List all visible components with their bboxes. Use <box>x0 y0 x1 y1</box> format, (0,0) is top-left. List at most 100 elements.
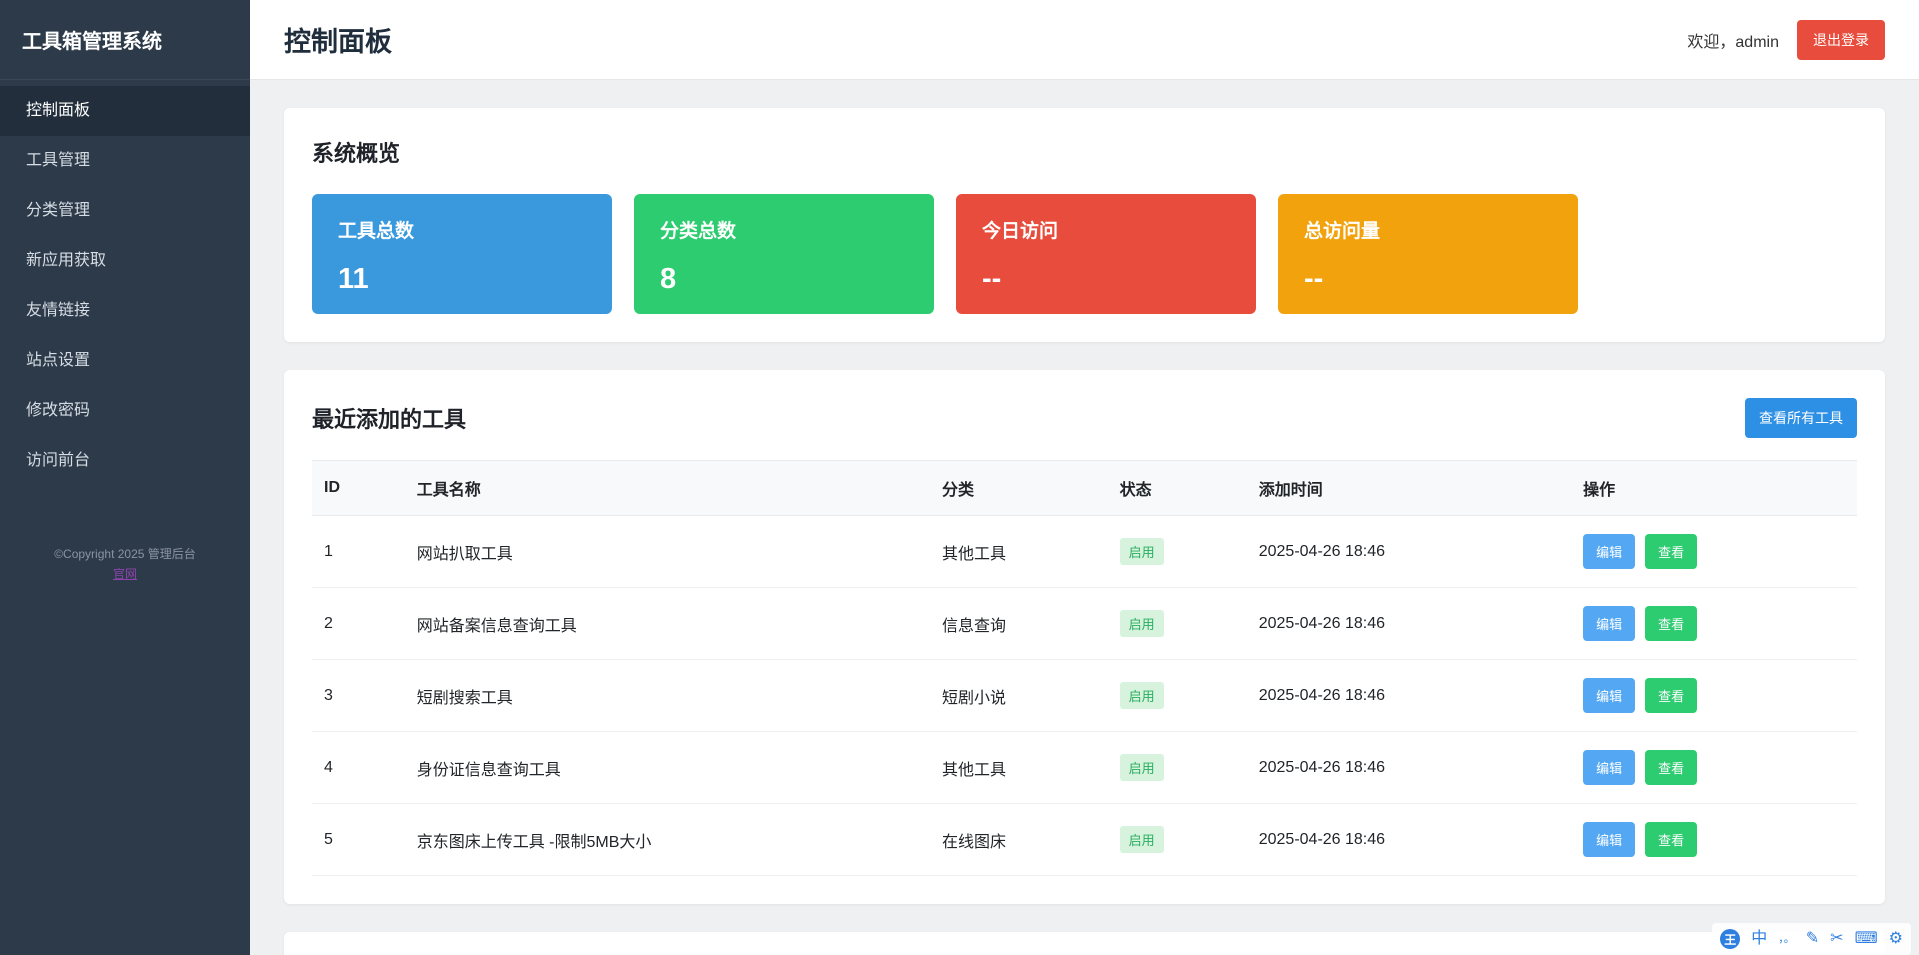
topbar-right: 欢迎，admin 退出登录 <box>1687 20 1885 60</box>
tools-table-head-row: ID工具名称分类状态添加时间操作 <box>312 461 1857 516</box>
cell-time: 2025-04-26 18:46 <box>1247 516 1571 588</box>
cell-time: 2025-04-26 18:46 <box>1247 588 1571 660</box>
footer-link[interactable]: 官网 <box>113 567 137 581</box>
column-header: ID <box>312 461 405 516</box>
sidebar-footer: ©Copyright 2025 管理后台 官网 <box>0 544 250 585</box>
status-badge: 启用 <box>1120 754 1164 781</box>
recent-card-head: 最近添加的工具 查看所有工具 <box>312 398 1857 438</box>
table-row: 5京东图床上传工具 -限制5MB大小在线图床启用2025-04-26 18:46… <box>312 804 1857 876</box>
ime-pen-icon[interactable]: ✎ <box>1806 931 1819 947</box>
view-all-tools-button[interactable]: 查看所有工具 <box>1745 398 1857 438</box>
table-row: 2网站备案信息查询工具信息查询启用2025-04-26 18:46编辑查看 <box>312 588 1857 660</box>
main-area: 控制面板 欢迎，admin 退出登录 系统概览 工具总数11分类总数8今日访问-… <box>250 0 1919 955</box>
cell-tool-name: 身份证信息查询工具 <box>405 732 930 804</box>
stat-card-1: 工具总数 11 <box>312 194 612 314</box>
table-row: 4身份证信息查询工具其他工具启用 2025-04-26 18:46 编辑查看 <box>312 732 1857 804</box>
stat-label: 今日访问 <box>982 216 1230 243</box>
tools-table: ID工具名称分类状态添加时间操作 1网站扒取工具其他工具启用2025-04-26… <box>312 460 1857 876</box>
stat-value: -- <box>1304 263 1552 296</box>
sidebar-item-5[interactable]: 友情链接 <box>0 286 250 336</box>
cell-actions: 编辑查看 <box>1571 660 1857 732</box>
page-title: 控制面板 <box>284 20 392 59</box>
view-button[interactable]: 查看 <box>1645 750 1697 785</box>
cell-tool-name: 网站扒取工具 <box>405 516 930 588</box>
cell-actions: 编辑查看 <box>1571 804 1857 876</box>
welcome-text: 欢迎，admin <box>1687 28 1779 52</box>
cell-category: 其他工具 <box>930 516 1108 588</box>
cell-actions: 编辑查看 <box>1571 516 1857 588</box>
ime-punctuation-icon[interactable]: ，。 <box>1778 934 1795 945</box>
edit-button[interactable]: 编辑 <box>1583 678 1635 713</box>
status-badge: 启用 <box>1120 610 1164 637</box>
cell-category: 信息查询 <box>930 588 1108 660</box>
column-header: 分类 <box>930 461 1108 516</box>
sidebar-menu: 控制面板工具管理分类管理新应用获取友情链接站点设置修改密码访问前台 <box>0 80 250 486</box>
recent-title: 最近添加的工具 <box>312 402 466 434</box>
edit-button[interactable]: 编辑 <box>1583 822 1635 857</box>
cell-category: 在线图床 <box>930 804 1108 876</box>
stat-label: 总访问量 <box>1304 216 1552 243</box>
table-row: 1网站扒取工具其他工具启用2025-04-26 18:46编辑查看 <box>312 516 1857 588</box>
edit-button[interactable]: 编辑 <box>1583 750 1635 785</box>
cell-status: 启用 <box>1108 804 1247 876</box>
sidebar-item-2[interactable]: 工具管理 <box>0 136 250 186</box>
sidebar-item-8[interactable]: 访问前台 <box>0 436 250 486</box>
cell-id: 5 <box>312 804 405 876</box>
cell-time: 2025-04-26 18:46 <box>1247 660 1571 732</box>
cell-time: 2025-04-26 18:46 <box>1247 732 1571 804</box>
sidebar-item-4[interactable]: 新应用获取 <box>0 236 250 286</box>
recent-tools-card: 最近添加的工具 查看所有工具 ID工具名称分类状态添加时间操作 1网站扒取工具其… <box>284 370 1885 904</box>
sidebar-item-1[interactable]: 控制面板 <box>0 86 250 136</box>
ime-keyboard-icon[interactable]: ⌨ <box>1855 931 1878 947</box>
tools-table-body: 1网站扒取工具其他工具启用2025-04-26 18:46编辑查看2网站备案信息… <box>312 516 1857 876</box>
status-badge: 启用 <box>1120 538 1164 565</box>
ime-scissors-icon[interactable]: ✂ <box>1830 931 1843 947</box>
cell-category: 其他工具 <box>930 732 1108 804</box>
stat-card-4: 总访问量 -- <box>1278 194 1578 314</box>
cell-id: 3 <box>312 660 405 732</box>
sidebar-item-3[interactable]: 分类管理 <box>0 186 250 236</box>
ime-logo-icon[interactable]: 王 <box>1720 929 1740 949</box>
topbar: 控制面板 欢迎，admin 退出登录 <box>250 0 1919 80</box>
status-badge: 启用 <box>1120 826 1164 853</box>
content: 系统概览 工具总数11分类总数8今日访问--总访问量-- 最近添加的工具 查看所… <box>250 80 1919 955</box>
sidebar: 工具箱管理系统 控制面板工具管理分类管理新应用获取友情链接站点设置修改密码访问前… <box>0 0 250 955</box>
quick-actions-card: 快捷操作 + <box>284 932 1885 955</box>
view-button[interactable]: 查看 <box>1645 534 1697 569</box>
view-button[interactable]: 查看 <box>1645 606 1697 641</box>
cell-id: 2 <box>312 588 405 660</box>
stat-label: 分类总数 <box>660 216 908 243</box>
cell-time: 2025-04-26 18:46 <box>1247 804 1571 876</box>
stat-value: -- <box>982 263 1230 296</box>
copyright-text: ©Copyright 2025 管理后台 <box>0 544 250 564</box>
stat-value: 8 <box>660 263 908 296</box>
column-header: 操作 <box>1571 461 1857 516</box>
table-row: 3短剧搜索工具短剧小说启用2025-04-26 18:46编辑查看 <box>312 660 1857 732</box>
column-header: 工具名称 <box>405 461 930 516</box>
stat-value: 11 <box>338 263 586 296</box>
stat-card-2: 分类总数 8 <box>634 194 934 314</box>
edit-button[interactable]: 编辑 <box>1583 606 1635 641</box>
stat-label: 工具总数 <box>338 216 586 243</box>
ime-toolbar: 王中 ，。 ✎ ✂ ⌨ ⚙ <box>1712 923 1911 955</box>
cell-id: 4 <box>312 732 405 804</box>
cell-actions: 编辑查看 <box>1571 588 1857 660</box>
cell-tool-name: 网站备案信息查询工具 <box>405 588 930 660</box>
view-button[interactable]: 查看 <box>1645 822 1697 857</box>
cell-category: 短剧小说 <box>930 660 1108 732</box>
logout-button[interactable]: 退出登录 <box>1797 20 1885 60</box>
overview-card: 系统概览 工具总数11分类总数8今日访问--总访问量-- <box>284 108 1885 342</box>
cell-status: 启用 <box>1108 588 1247 660</box>
ime-chinese-mode-icon[interactable]: 中 <box>1751 931 1767 947</box>
ime-settings-icon[interactable]: ⚙ <box>1889 931 1903 947</box>
cell-id: 1 <box>312 516 405 588</box>
app-title: 工具箱管理系统 <box>0 0 250 80</box>
cell-tool-name: 短剧搜索工具 <box>405 660 930 732</box>
sidebar-item-6[interactable]: 站点设置 <box>0 336 250 386</box>
edit-button[interactable]: 编辑 <box>1583 534 1635 569</box>
view-button[interactable]: 查看 <box>1645 678 1697 713</box>
sidebar-item-7[interactable]: 修改密码 <box>0 386 250 436</box>
stats-row: 工具总数 11 分类总数 8 今日访问 -- 总访问量 -- <box>312 194 1857 314</box>
cell-status: 启用 <box>1108 732 1247 804</box>
cell-status: 启用 <box>1108 516 1247 588</box>
